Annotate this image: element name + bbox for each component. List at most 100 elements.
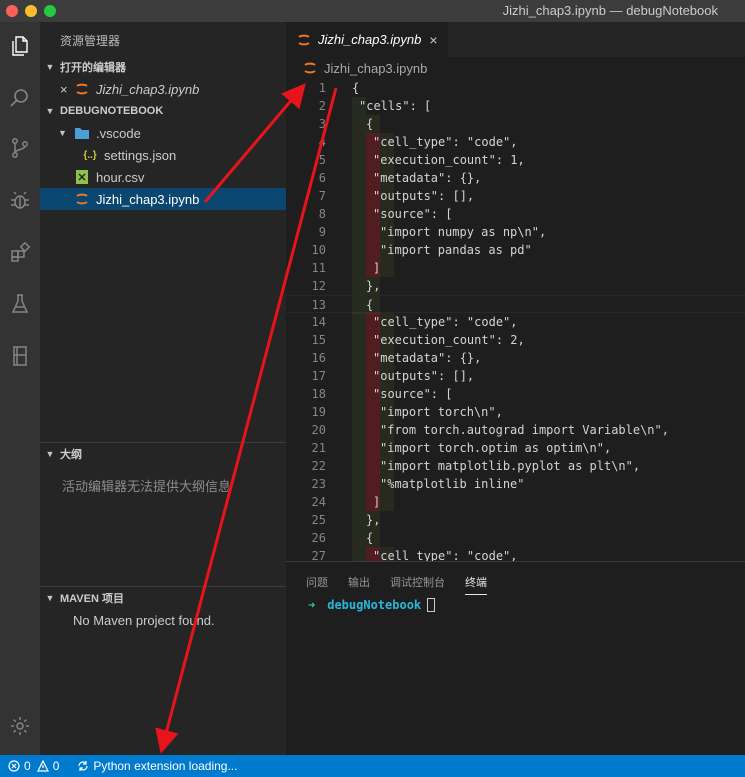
notebook-icon[interactable] — [4, 340, 36, 372]
indent-guide — [352, 403, 366, 421]
code-line[interactable]: 24] — [286, 493, 745, 511]
chevron-down-icon: ▼ — [45, 62, 55, 72]
code-line[interactable]: 21 "import torch.optim as optim\n", — [286, 439, 745, 457]
code-line[interactable]: 13 { — [286, 295, 745, 314]
indent-guide — [366, 421, 380, 439]
source-control-icon[interactable] — [4, 132, 36, 164]
panel-tab-debug-console[interactable]: 调试控制台 — [390, 574, 445, 590]
tree-item-notebook[interactable]: Jizhi_chap3.ipynb — [40, 188, 286, 210]
workspace-header[interactable]: ▼ DEBUGNOTEBOOK — [40, 100, 286, 122]
code-line[interactable]: 8 "source": [ — [286, 205, 745, 223]
indent-guide — [352, 385, 366, 403]
indent-guide — [352, 439, 366, 457]
code-line[interactable]: 18 "source": [ — [286, 385, 745, 403]
chevron-down-icon: ▼ — [45, 449, 55, 459]
code-line[interactable]: 5 "execution_count": 1, — [286, 151, 745, 169]
line-number: 20 — [311, 423, 326, 437]
code-line[interactable]: 20 "from torch.autograd import Variable\n… — [286, 421, 745, 439]
prompt-arrow: ➜ — [308, 598, 316, 612]
code-line[interactable]: 10 "import pandas as pd" — [286, 241, 745, 259]
editor-tab-bar: Jizhi_chap3.ipynb × — [286, 22, 745, 57]
code-line[interactable]: 17 "outputs": [], — [286, 367, 745, 385]
code-line[interactable]: 19 "import torch\n", — [286, 403, 745, 421]
code-line[interactable]: 1{ — [286, 79, 745, 97]
indent-guide — [366, 241, 380, 259]
line-number: 13 — [311, 298, 326, 312]
open-editors-header[interactable]: ▼ 打开的编辑器 — [40, 56, 286, 78]
indent-guide — [366, 439, 380, 457]
tree-item-label: .vscode — [96, 125, 141, 141]
problems-status[interactable]: 0 0 — [8, 759, 59, 773]
minimize-window-button[interactable] — [25, 5, 37, 17]
code-line[interactable]: 22 "import matplotlib.pyplot as plt\n", — [286, 457, 745, 475]
close-icon[interactable]: × — [60, 82, 74, 97]
warning-count: 0 — [52, 759, 60, 773]
line-number: 16 — [311, 351, 326, 365]
tree-item-settings-json[interactable]: {..} settings.json — [40, 144, 286, 166]
code-line[interactable]: 4 "cell_type": "code", — [286, 133, 745, 151]
indent-guide — [352, 457, 366, 475]
python-status-label: Python extension loading... — [93, 759, 238, 773]
code-line[interactable]: 14 "cell_type": "code", — [286, 313, 745, 331]
code-line[interactable]: 9 "import numpy as np\n", — [286, 223, 745, 241]
panel-tab-terminal[interactable]: 终端 — [465, 574, 487, 595]
code-line[interactable]: 7 "outputs": [], — [286, 187, 745, 205]
files-icon[interactable] — [4, 30, 36, 62]
debug-icon[interactable] — [4, 184, 36, 216]
terminal-prompt[interactable]: ➜ debugNotebook — [308, 598, 436, 612]
zoom-window-button[interactable] — [44, 5, 56, 17]
title-bar: Jizhi_chap3.ipynb — debugNotebook — [0, 0, 745, 22]
code-line[interactable]: 2 "cells": [ — [286, 97, 745, 115]
code-line[interactable]: 16 "metadata": {}, — [286, 349, 745, 367]
extensions-icon[interactable] — [4, 236, 36, 268]
code-line[interactable]: 6 "metadata": {}, — [286, 169, 745, 187]
code-line[interactable]: 26 { — [286, 529, 745, 547]
breadcrumb[interactable]: Jizhi_chap3.ipynb — [286, 57, 745, 79]
tree-item-hour-csv[interactable]: hour.csv — [40, 166, 286, 188]
tree-item-vscode-folder[interactable]: ▼ .vscode — [40, 122, 286, 144]
line-number: 15 — [311, 333, 326, 347]
jupyter-icon — [74, 81, 90, 97]
indent-guide — [352, 349, 366, 367]
code-line[interactable]: 23 "%matplotlib inline" — [286, 475, 745, 493]
code-text: "cell_type": "code", — [373, 549, 518, 561]
indent-guide — [352, 115, 366, 133]
tab-notebook[interactable]: Jizhi_chap3.ipynb × — [286, 22, 448, 57]
code-text: "import matplotlib.pyplot as plt\n", — [380, 459, 641, 473]
code-editor[interactable]: 1{2 "cells": [3{4 "cell_type": "code", 5 "ex… — [286, 79, 745, 561]
code-text: "import torch\n", — [380, 405, 503, 419]
gear-icon[interactable] — [4, 710, 36, 742]
maven-header[interactable]: ▼ MAVEN 项目 — [40, 587, 286, 609]
panel-tab-problems[interactable]: 问题 — [306, 574, 328, 590]
code-line[interactable]: 11] — [286, 259, 745, 277]
explorer-sidebar: 资源管理器 ▼ 打开的编辑器 × Jizhi_chap3.ipynb ▼ DEB… — [40, 22, 286, 755]
indent-guide — [352, 133, 366, 151]
outline-header[interactable]: ▼ 大纲 — [40, 443, 286, 465]
breadcrumb-label: Jizhi_chap3.ipynb — [324, 60, 428, 76]
code-line[interactable]: 15 "execution_count": 2, — [286, 331, 745, 349]
panel-tab-output[interactable]: 输出 — [348, 574, 370, 590]
indent-guide — [352, 296, 366, 314]
code-line[interactable]: 3{ — [286, 115, 745, 133]
search-icon[interactable] — [4, 82, 36, 114]
code-text: "execution_count": 2, — [373, 333, 525, 347]
tree-item-label: hour.csv — [96, 169, 145, 185]
python-status[interactable]: Python extension loading... — [77, 759, 237, 773]
jupyter-icon — [296, 32, 312, 48]
open-editor-label: Jizhi_chap3.ipynb — [96, 81, 200, 97]
indent-guide — [352, 187, 366, 205]
code-text: "%matplotlib inline" — [380, 477, 525, 491]
code-line[interactable]: 12}, — [286, 277, 745, 295]
open-editor-item[interactable]: × Jizhi_chap3.ipynb — [40, 78, 286, 100]
code-line[interactable]: 25}, — [286, 511, 745, 529]
code-line[interactable]: 27 "cell_type": "code", — [286, 547, 745, 561]
indent-guide — [380, 493, 394, 511]
testing-icon[interactable] — [4, 288, 36, 320]
chevron-down-icon: ▼ — [58, 128, 67, 138]
close-icon[interactable]: × — [429, 32, 437, 48]
close-window-button[interactable] — [6, 5, 18, 17]
activity-bar — [0, 22, 40, 755]
line-number: 19 — [311, 405, 326, 419]
line-number: 6 — [318, 171, 326, 185]
jupyter-icon — [74, 191, 90, 207]
